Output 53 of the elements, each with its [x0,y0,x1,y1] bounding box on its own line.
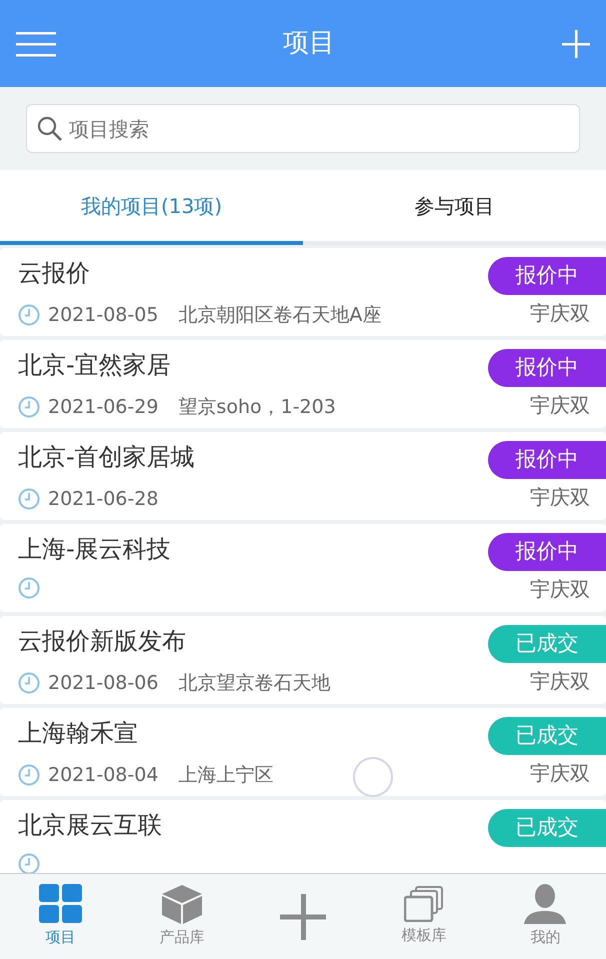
clock-icon [18,672,40,694]
project-date: 2021-06-29 [48,395,158,420]
project-owner: 宇庆双 [530,484,590,511]
grid-icon [38,884,83,924]
search-field[interactable]: 项目搜索 [26,104,580,153]
status-badge: 已成交 [488,717,606,755]
plus-icon [280,894,326,940]
clock-icon [18,853,40,873]
clock-icon [18,396,40,418]
project-address: 上海上宁区 [178,763,274,788]
nav-tab[interactable]: 项目 [0,874,122,959]
project-date: 2021-06-28 [48,487,158,512]
project-title: 北京-首创家居城 [18,442,195,473]
project-owner: 宇庆双 [530,668,590,695]
project-owner: 宇庆双 [530,300,590,327]
project-card[interactable]: 北京展云互联 已成交 [0,800,606,873]
status-badge: 报价中 [488,257,606,295]
project-title: 云报价 [18,258,90,289]
clock-icon [18,764,40,786]
project-address: 望京soho，1-203 [178,395,336,420]
status-badge: 报价中 [488,349,606,387]
project-card[interactable]: 云报价新版发布 已成交 2021-08-06 北京望京卷石天地 宇庆双 [0,616,606,704]
project-date: 2021-08-05 [48,303,158,328]
cube-icon [160,884,203,924]
person-icon [524,884,566,924]
status-badge: 报价中 [488,441,606,479]
project-title: 北京展云互联 [18,810,162,841]
project-date: 2021-08-04 [48,763,158,788]
status-badge: 报价中 [488,533,606,571]
project-card[interactable]: 云报价 报价中 2021-08-05 北京朝阳区卷石天地A座 宇庆双 [0,248,606,336]
project-title: 云报价新版发布 [18,626,186,657]
status-badge: 已成交 [488,625,606,663]
stacked-pages-icon [404,886,444,922]
project-card[interactable]: 上海-展云科技 报价中 宇庆双 [0,524,606,612]
project-address: 北京朝阳区卷石天地A座 [178,303,382,328]
clock-icon [18,488,40,510]
page-title: 项目 [283,27,335,60]
project-owner: 宇庆双 [530,392,590,419]
add-button[interactable] [562,30,590,58]
project-title: 上海-展云科技 [18,534,171,565]
project-card[interactable]: 北京-宜然家居 报价中 2021-06-29 望京soho，1-203 宇庆双 [0,340,606,428]
project-owner: 宇庆双 [530,576,590,603]
clock-icon [18,304,40,326]
status-badge: 已成交 [488,809,606,847]
project-address: 北京望京卷石天地 [178,671,330,696]
search-icon [36,115,64,143]
project-title: 北京-宜然家居 [18,350,171,381]
project-owner: 宇庆双 [530,760,590,787]
project-card[interactable]: 上海翰禾宣 已成交 2021-08-04 上海上宁区 宇庆双 [0,708,606,796]
project-title: 上海翰禾宣 [18,718,138,749]
project-date: 2021-08-06 [48,671,158,696]
clock-icon [18,577,40,599]
project-card[interactable]: 北京-首创家居城 报价中 2021-06-28 宇庆双 [0,432,606,520]
